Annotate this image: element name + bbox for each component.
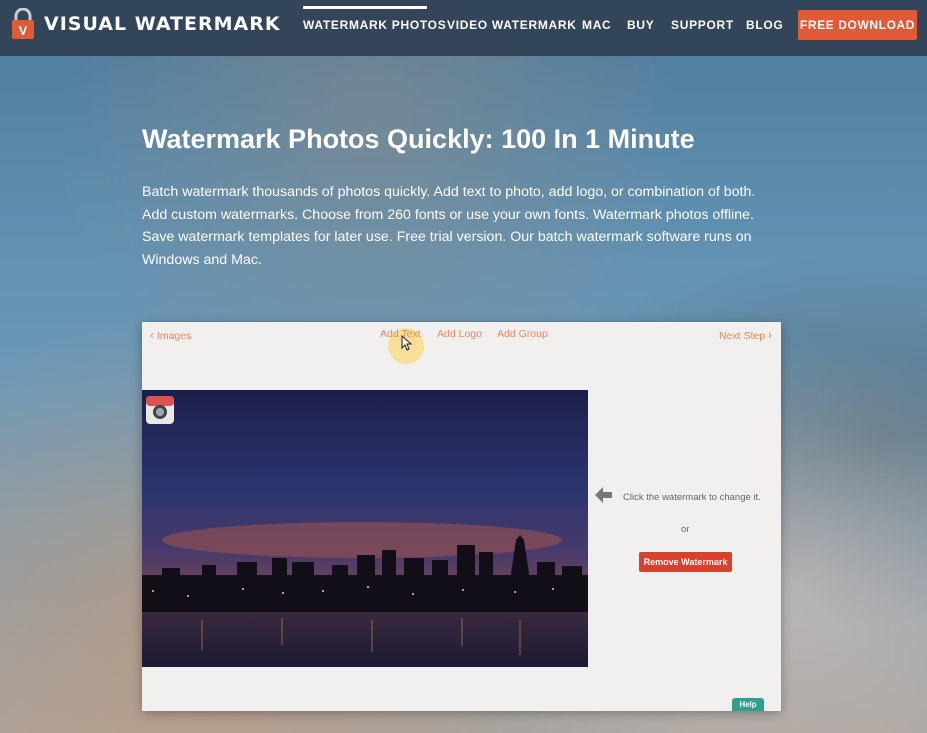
free-download-button[interactable]: FREE DOWNLOAD	[798, 10, 917, 40]
or-separator: or	[681, 524, 690, 535]
app-screenshot: ‹ Images Add Text Add Logo Add Group Nex…	[142, 322, 781, 711]
watermark-hint: Click the watermark to change it.	[623, 492, 761, 503]
add-logo-link[interactable]: Add Logo	[437, 328, 482, 340]
nav-buy[interactable]: BUY	[627, 18, 654, 32]
page-description: Batch watermark thousands of photos quic…	[142, 184, 756, 268]
chevron-left-icon: ‹	[150, 328, 154, 342]
camera-icon[interactable]	[146, 396, 174, 424]
svg-text:V: V	[19, 23, 28, 38]
padlock-logo-icon[interactable]: V	[10, 8, 36, 40]
nav-video-watermark[interactable]: VIDEO WATERMARK	[447, 18, 577, 32]
add-group-link[interactable]: Add Group	[497, 328, 548, 340]
arrow-left-icon	[595, 487, 612, 503]
nav-mac[interactable]: MAC	[582, 18, 611, 32]
chevron-right-icon: ›	[768, 328, 773, 342]
nav-blog[interactable]: BLOG	[746, 18, 783, 32]
brand-name[interactable]: VISUAL WATERMARK	[44, 13, 281, 35]
nav-support[interactable]: SUPPORT	[671, 18, 734, 32]
nav-watermark-photos[interactable]: WATERMARK PHOTOS	[303, 18, 446, 32]
active-nav-indicator	[303, 6, 427, 9]
mouse-pointer-icon	[401, 335, 413, 351]
city-skyline-photo	[142, 390, 588, 667]
next-step-link[interactable]: Next Step ›	[719, 328, 772, 342]
back-to-images-link[interactable]: ‹ Images	[150, 328, 191, 342]
help-button[interactable]: Help	[732, 698, 764, 711]
page-title: Watermark Photos Quickly: 100 In 1 Minut…	[142, 124, 695, 154]
site-header: V VISUAL WATERMARK WATERMARK PHOTOS VIDE…	[0, 0, 927, 56]
remove-watermark-button[interactable]: Remove Watermark	[639, 552, 732, 572]
